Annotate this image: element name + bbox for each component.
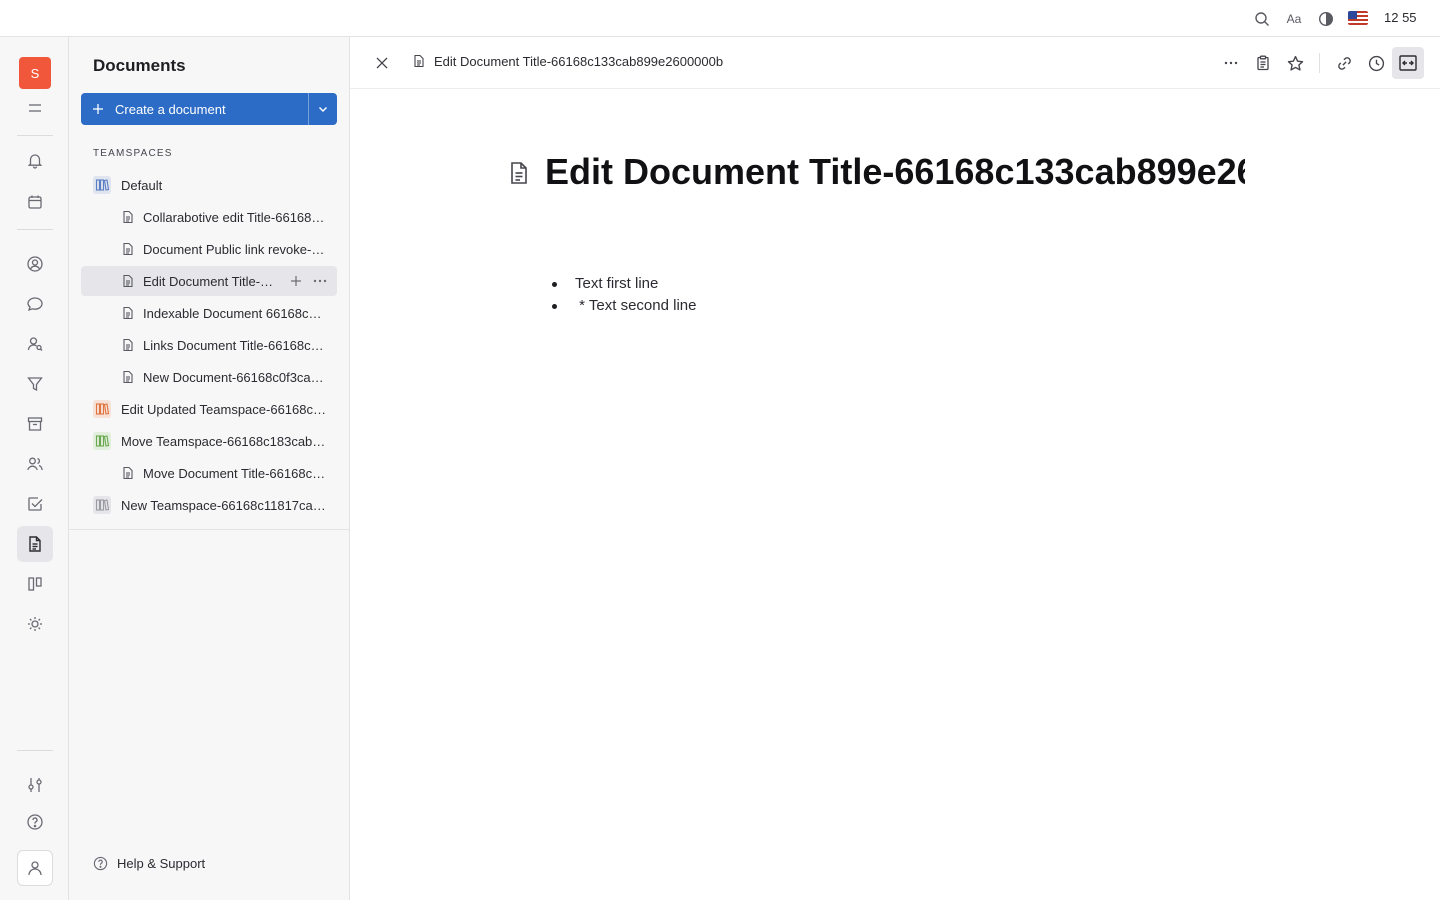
- flag-us-icon[interactable]: [1348, 11, 1368, 25]
- workspace-avatar[interactable]: S: [19, 57, 51, 89]
- teamspace-item[interactable]: New Teamspace-66168c11817cab899e26: [81, 490, 337, 520]
- chevron-down-icon: [319, 107, 327, 112]
- document-icon: [119, 304, 137, 322]
- rail-divider: [17, 750, 53, 751]
- create-document-button[interactable]: Create a document: [81, 93, 337, 125]
- profile-icon[interactable]: [17, 850, 53, 886]
- help-support-link[interactable]: Help & Support: [93, 855, 205, 871]
- document-title-input[interactable]: Edit Document Title-66168c133cab899e2600…: [545, 151, 1245, 199]
- rail-divider: [17, 135, 53, 136]
- teamspace-item[interactable]: Move Teamspace-66168c183cab899e26: [81, 426, 337, 456]
- checkbox-icon[interactable]: [17, 486, 53, 522]
- more-icon[interactable]: [311, 272, 329, 290]
- sun-icon[interactable]: [17, 606, 53, 642]
- document-label: Move Document Title-66168c18cab899e2: [143, 465, 326, 481]
- teamspace-label: Move Teamspace-66168c183cab899e26: [121, 433, 326, 449]
- top-bar: Aa 12 55: [0, 0, 1440, 37]
- document-icon: [119, 336, 137, 354]
- menu-icon[interactable]: [17, 90, 53, 126]
- navigator-divider: [69, 529, 349, 530]
- document-label: New Document-66168c0f3cab899e26: [143, 369, 326, 385]
- document-icon: [119, 240, 137, 258]
- document-icon: [119, 208, 137, 226]
- document-item[interactable]: Document Public link revoke-66168c13: [81, 234, 337, 264]
- editor-header: Edit Document Title-66168c133cab899e2600…: [350, 37, 1440, 89]
- create-options-dropdown[interactable]: [308, 93, 337, 125]
- document-item[interactable]: Indexable Document 66168c13cab899e2: [81, 298, 337, 328]
- history-icon[interactable]: [1364, 51, 1388, 75]
- rail-divider: [17, 229, 53, 230]
- document-icon: [412, 53, 428, 69]
- documents-navigator: Documents Create a document TEAMSPACES D…: [69, 37, 350, 900]
- chat-icon[interactable]: [17, 286, 53, 322]
- archive-icon[interactable]: [17, 406, 53, 442]
- teamspace-icon: [93, 176, 111, 194]
- document-icon: [119, 464, 137, 482]
- bullet-item[interactable]: * Text second line: [545, 295, 696, 317]
- row-actions: [287, 272, 329, 290]
- board-icon[interactable]: [17, 566, 53, 602]
- funnel-icon[interactable]: [17, 366, 53, 402]
- people-icon[interactable]: [17, 446, 53, 482]
- document-icon: [119, 272, 137, 290]
- settings-sliders-icon[interactable]: [17, 767, 53, 803]
- calendar-icon[interactable]: [17, 184, 53, 220]
- more-icon[interactable]: [1219, 51, 1243, 75]
- breadcrumb-label: Edit Document Title-66168c133cab899e2600…: [434, 53, 724, 69]
- search-icon[interactable]: [1252, 9, 1272, 29]
- document-icon[interactable]: [17, 526, 53, 562]
- add-icon[interactable]: [287, 272, 305, 290]
- recruit-icon[interactable]: [17, 326, 53, 362]
- layout-icon[interactable]: [1392, 47, 1424, 79]
- help-icon[interactable]: [17, 804, 53, 840]
- question-icon: [93, 855, 109, 871]
- bell-icon[interactable]: [17, 142, 53, 178]
- contact-icon[interactable]: [17, 246, 53, 282]
- document-label: Links Document Title-66168c13cab899e2: [143, 337, 326, 353]
- app-rail: S: [0, 37, 69, 900]
- clipboard-icon[interactable]: [1251, 51, 1275, 75]
- contrast-icon[interactable]: [1316, 9, 1336, 29]
- teamspace-icon: [93, 400, 111, 418]
- clock-time: 12 55: [1384, 10, 1417, 25]
- document-item[interactable]: Move Document Title-66168c18cab899e2: [81, 458, 337, 488]
- font-size-icon[interactable]: Aa: [1284, 9, 1304, 29]
- document-label: Document Public link revoke-66168c13: [143, 241, 326, 257]
- teamspace-label: New Teamspace-66168c11817cab899e26: [121, 497, 326, 513]
- header-divider: [1319, 53, 1320, 73]
- document-icon: [119, 368, 137, 386]
- document-editor: Edit Document Title-66168c133cab899e2600…: [350, 37, 1440, 900]
- teamspace-label: Default: [121, 177, 163, 193]
- document-label: Indexable Document 66168c13cab899e2: [143, 305, 326, 321]
- document-body[interactable]: Text first line * Text second line: [545, 273, 696, 317]
- document-title-icon: [508, 161, 530, 190]
- close-icon[interactable]: [370, 51, 394, 75]
- teamspace-icon: [93, 432, 111, 450]
- document-item[interactable]: Links Document Title-66168c13cab899e2: [81, 330, 337, 360]
- teamspaces-section-label: TEAMSPACES: [93, 148, 173, 159]
- create-document-label: Create a document: [115, 101, 226, 117]
- teamspace-icon: [93, 496, 111, 514]
- document-item[interactable]: Collarabotive edit Title-66168c13d3cab89…: [81, 202, 337, 232]
- bullet-list: Text first line * Text second line: [545, 273, 696, 317]
- navigator-title: Documents: [93, 56, 186, 75]
- link-icon[interactable]: [1332, 51, 1356, 75]
- document-label: Collarabotive edit Title-66168c13d3cab89…: [143, 209, 326, 225]
- plus-icon: [81, 103, 115, 115]
- teamspace-item[interactable]: Edit Updated Teamspace-66168c13cab899e2: [81, 394, 337, 424]
- document-item-selected[interactable]: Edit Document Title-66168c133cab899e2600…: [81, 266, 337, 296]
- document-item[interactable]: New Document-66168c0f3cab899e26: [81, 362, 337, 392]
- breadcrumb[interactable]: Edit Document Title-66168c133cab899e2600…: [412, 53, 723, 69]
- star-icon[interactable]: [1283, 51, 1307, 75]
- bullet-item[interactable]: Text first line: [545, 273, 696, 295]
- teamspace-label: Edit Updated Teamspace-66168c13cab899e2: [121, 401, 326, 417]
- teamspace-item[interactable]: Default: [81, 170, 337, 200]
- help-support-label: Help & Support: [117, 855, 206, 871]
- document-label: Edit Document Title-66168c133cab899e2600…: [143, 273, 275, 289]
